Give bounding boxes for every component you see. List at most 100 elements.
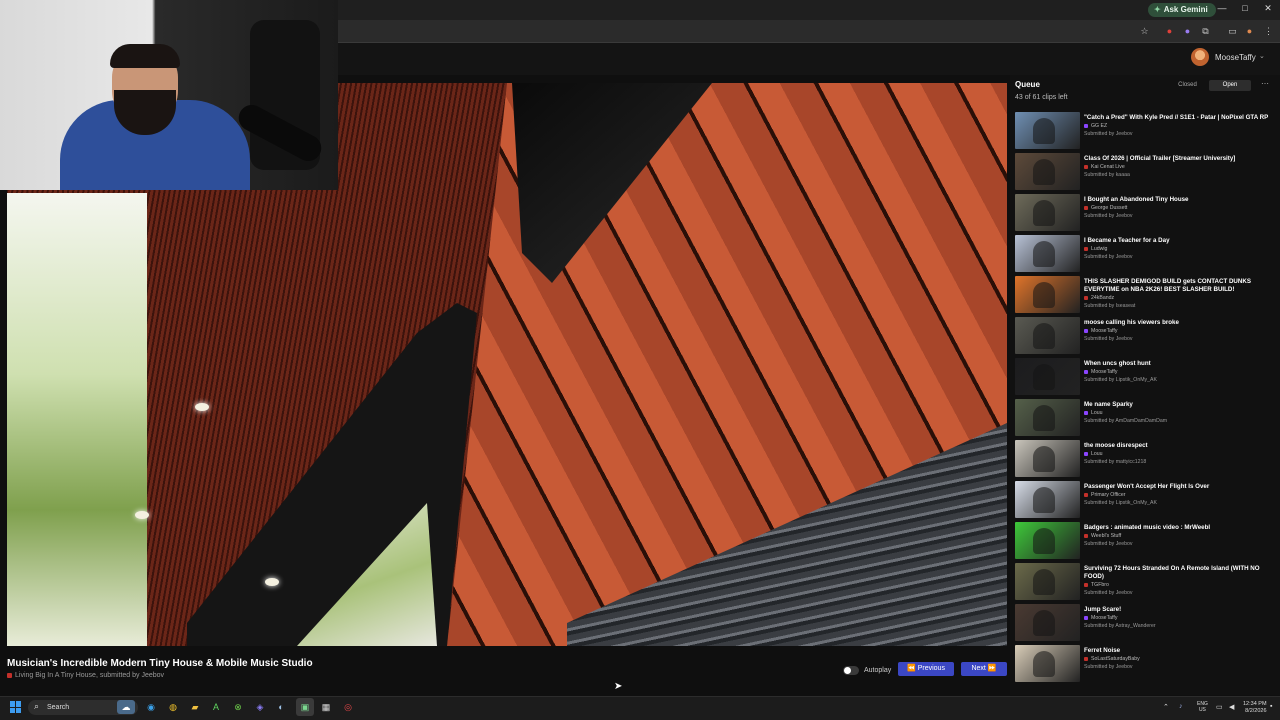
clip-thumbnail[interactable]	[1015, 522, 1080, 559]
queue-list: "Catch a Pred" With Kyle Pred // S1E1 - …	[1015, 112, 1275, 686]
discord-icon[interactable]: ◈	[253, 700, 267, 714]
clip-thumbnail[interactable]	[1015, 112, 1080, 149]
list-item[interactable]: Class Of 2026 | Official Trailer [Stream…	[1015, 153, 1275, 194]
widgets-icon[interactable]: ☁	[117, 700, 135, 714]
chevron-down-icon[interactable]: ⌄	[1259, 52, 1265, 60]
list-item[interactable]: Jump Scare! MooseTaffy Submitted by Astray…	[1015, 604, 1275, 645]
queue-item-channel-name: MooseTaffy	[1091, 369, 1118, 375]
minimize-button[interactable]: —	[1211, 3, 1233, 13]
previous-label: Previous	[917, 665, 945, 672]
language-indicator[interactable]: ENG US	[1197, 701, 1208, 713]
clip-thumbnail[interactable]	[1015, 399, 1080, 436]
mic-icon[interactable]: ♪	[1179, 703, 1183, 710]
windows-start-icon[interactable]	[10, 701, 22, 713]
notification-icon[interactable]: ▪	[1270, 703, 1272, 710]
queue-item-title: THIS SLASHER DEMIGOD BUILD gets CONTACT …	[1084, 278, 1251, 293]
tray-chevron-icon[interactable]: ⌃	[1163, 703, 1169, 711]
ask-gemini-button[interactable]: ✦ Ask Gemini	[1148, 3, 1216, 17]
previous-button[interactable]: ⏪ Previous	[898, 662, 954, 676]
queue-item-channel: GG EZ	[1084, 123, 1107, 129]
clip-thumbnail[interactable]	[1015, 563, 1080, 600]
list-item[interactable]: the moose disrespect Louu Submitted by mat…	[1015, 440, 1275, 481]
avatar[interactable]	[1191, 48, 1209, 66]
xbox-icon[interactable]: ⊗	[231, 700, 245, 714]
queue-item-title: moose calling his viewers broke	[1084, 319, 1179, 326]
close-window-button[interactable]: ✕	[1257, 3, 1279, 14]
side-panel-icon[interactable]: ▭	[1226, 25, 1239, 38]
list-item[interactable]: THIS SLASHER DEMIGOD BUILD gets CONTACT …	[1015, 276, 1275, 317]
edge-icon[interactable]: ◉	[144, 700, 158, 714]
list-item[interactable]: "Catch a Pred" With Kyle Pred // S1E1 - …	[1015, 112, 1275, 153]
clip-thumbnail[interactable]	[1015, 153, 1080, 190]
clip-thumbnail[interactable]	[1015, 645, 1080, 682]
clip-thumbnail[interactable]	[1015, 481, 1080, 518]
list-item[interactable]: Badgers : animated music video : MrWeebl…	[1015, 522, 1275, 563]
app-red-icon[interactable]: ◎	[341, 700, 355, 714]
list-item[interactable]: Surviving 72 Hours Stranded On A Remote …	[1015, 563, 1275, 604]
clip-thumbnail[interactable]	[1015, 194, 1080, 231]
queue-item-submitter: Submitted by Lipstik_OnMy_AK	[1084, 377, 1157, 383]
app-green-icon[interactable]: A	[209, 700, 223, 714]
clock[interactable]: 12:34 PM 8/2/2026	[1243, 701, 1267, 715]
autoplay-label: Autoplay	[864, 667, 892, 675]
more-options-icon[interactable]: ⋯	[1261, 79, 1269, 88]
browser-menu-icon[interactable]: ⋮	[1262, 25, 1275, 38]
twitch-icon	[1084, 369, 1088, 374]
tab-closed[interactable]: Closed	[1175, 80, 1200, 91]
app-grid-icon[interactable]: ▦	[319, 700, 333, 714]
file-explorer-icon[interactable]: ▰	[188, 700, 202, 714]
clip-thumbnail[interactable]	[1015, 317, 1080, 354]
steam-icon[interactable]: ◐	[274, 700, 288, 714]
queue-item-submitter: Submitted by Iseaseat	[1084, 303, 1136, 309]
extension-purple-icon[interactable]: ●	[1181, 25, 1194, 38]
queue-item-channel: 24kBandz	[1084, 295, 1114, 301]
queue-item-channel-name: Louu	[1091, 451, 1103, 457]
list-item[interactable]: Passenger Won't Accept Her Flight Is Ove…	[1015, 481, 1275, 522]
volume-icon[interactable]: ◀	[1229, 703, 1234, 711]
extensions-puzzle-icon[interactable]: ⧉	[1199, 25, 1212, 38]
queue-item-title: Passenger Won't Accept Her Flight Is Ove…	[1084, 483, 1210, 490]
twitch-icon	[1084, 123, 1088, 128]
username[interactable]: MooseTaffy	[1215, 53, 1256, 62]
clip-submitted-by: Jeebov	[141, 672, 165, 679]
list-item[interactable]: I Bought an Abandoned Tiny House George D…	[1015, 194, 1275, 235]
toggle-switch-icon[interactable]	[843, 666, 859, 676]
queue-item-channel-name: MooseTaffy	[1091, 328, 1118, 334]
twitch-icon	[1084, 410, 1088, 415]
clock-time: 12:34 PM	[1243, 701, 1267, 707]
queue-item-submitter: Submitted by Jeebov	[1084, 336, 1133, 342]
queue-item-channel: SoLastSaturdayBaby	[1084, 656, 1140, 662]
restore-button[interactable]: □	[1234, 3, 1256, 13]
youtube-icon	[1084, 164, 1088, 169]
tab-open[interactable]: Open	[1209, 80, 1251, 91]
next-label: Next	[971, 665, 986, 672]
list-item[interactable]: Ferret Noise SoLastSaturdayBaby Submitted …	[1015, 645, 1275, 686]
search-icon: ⌕	[34, 701, 40, 711]
bookmark-star-icon[interactable]: ☆	[1138, 25, 1151, 38]
monitor-icon[interactable]: ▭	[1216, 703, 1223, 711]
queue-item-submitter: Submitted by Jeebov	[1084, 664, 1133, 670]
profile-icon[interactable]: ●	[1243, 25, 1256, 38]
chrome-icon[interactable]: ◍	[166, 700, 180, 714]
queue-item-channel-name: Weebl's Stuff	[1091, 533, 1122, 539]
list-item[interactable]: Me name Sparky Louu Submitted by AmDamDamD…	[1015, 399, 1275, 440]
clip-thumbnail[interactable]	[1015, 440, 1080, 477]
clip-thumbnail[interactable]	[1015, 604, 1080, 641]
clip-thumbnail[interactable]	[1015, 358, 1080, 395]
clip-title: Musician's Incredible Modern Tiny House …	[7, 658, 313, 669]
clip-thumbnail[interactable]	[1015, 276, 1080, 313]
gemini-spark-icon: ✦	[1154, 5, 1161, 14]
ask-gemini-label: Ask Gemini	[1163, 5, 1208, 14]
extension-red-icon[interactable]: ●	[1163, 25, 1176, 38]
queue-item-channel-name: George Dussett	[1091, 205, 1128, 211]
list-item[interactable]: I Became a Teacher for a Day Ludwig Submit…	[1015, 235, 1275, 276]
obs-icon[interactable]: ▣	[298, 700, 312, 714]
desktop: ✦ Ask Gemini — □ ✕ ☆ ● ● ⧉ ▭ ● ⋮ MooseTaf…	[0, 0, 1280, 720]
list-item[interactable]: When uncs ghost hunt MooseTaffy Submitted …	[1015, 358, 1275, 399]
list-item[interactable]: moose calling his viewers broke MooseTaff…	[1015, 317, 1275, 358]
autoplay-toggle[interactable]: Autoplay	[843, 662, 892, 676]
next-button[interactable]: Next ⏩	[961, 662, 1007, 676]
clip-thumbnail[interactable]	[1015, 235, 1080, 272]
queue-item-channel: Louu	[1084, 451, 1103, 457]
queue-item-title: I Became a Teacher for a Day	[1084, 237, 1170, 244]
